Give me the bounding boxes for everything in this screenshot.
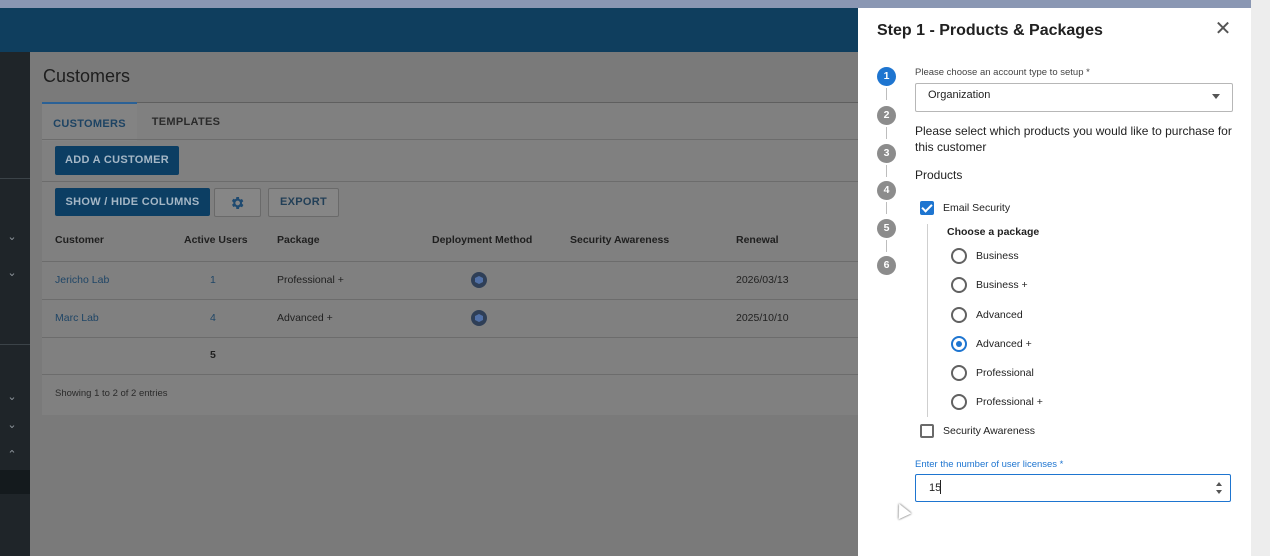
nav-chevron-up-icon[interactable]: ⌃ xyxy=(6,450,18,461)
security-awareness-checkbox[interactable] xyxy=(920,424,934,438)
package-radio-professional[interactable] xyxy=(951,365,967,381)
nav-chevron-down-icon[interactable]: ⌄ xyxy=(6,268,18,279)
package-label: Advanced xyxy=(976,309,1023,321)
package-group-line xyxy=(927,224,928,417)
package-cell: Advanced + xyxy=(277,312,333,324)
column-header-package[interactable]: Package xyxy=(277,234,320,246)
deployment-method-icon xyxy=(471,310,487,326)
column-header-renewal[interactable]: Renewal xyxy=(736,234,779,246)
table-footer-info: Showing 1 to 2 of 2 entries xyxy=(55,388,168,399)
step-connector xyxy=(886,165,887,177)
spinner-down-icon[interactable] xyxy=(1216,490,1222,494)
chevron-down-icon xyxy=(1212,94,1220,99)
package-label: Advanced + xyxy=(976,338,1032,350)
tab-divider xyxy=(42,139,858,140)
column-header-customer[interactable]: Customer xyxy=(55,234,104,246)
spinner-up-icon[interactable] xyxy=(1216,482,1222,486)
column-settings-button[interactable] xyxy=(214,188,261,217)
step-indicator-1: 1 xyxy=(877,67,896,86)
security-awareness-label: Security Awareness xyxy=(943,425,1036,437)
package-radio-business[interactable] xyxy=(951,248,967,264)
nav-chevron-down-icon[interactable]: ⌄ xyxy=(6,392,18,403)
column-header-deployment-method[interactable]: Deployment Method xyxy=(432,234,532,246)
text-caret xyxy=(940,480,941,494)
nav-active-item[interactable] xyxy=(0,470,30,494)
package-label: Business + xyxy=(976,279,1028,291)
step-connector xyxy=(886,88,887,100)
step-indicator-4: 4 xyxy=(877,181,896,200)
app-header-bar xyxy=(0,8,858,52)
licenses-input[interactable] xyxy=(915,474,1231,502)
divider xyxy=(42,181,858,182)
licenses-label: Enter the number of user licenses * xyxy=(915,459,1064,470)
nav-chevron-down-icon[interactable]: ⌄ xyxy=(6,420,18,431)
nav-chevron-down-icon[interactable]: ⌄ xyxy=(6,232,18,243)
account-type-label: Please choose an account type to setup * xyxy=(915,67,1090,78)
window-top-strip xyxy=(0,0,1270,8)
gear-icon xyxy=(231,197,244,209)
nav-divider xyxy=(0,344,30,345)
package-label: Professional xyxy=(976,367,1034,379)
customer-link[interactable]: Jericho Lab xyxy=(55,274,109,286)
products-heading: Products xyxy=(915,168,963,182)
email-security-label: Email Security xyxy=(943,202,1011,214)
close-icon[interactable]: ✕ xyxy=(1214,19,1232,39)
package-radio-advanced-plus[interactable] xyxy=(951,336,967,352)
scrollbar-gutter[interactable] xyxy=(1251,0,1270,556)
table-divider xyxy=(42,374,858,375)
step-connector xyxy=(886,202,887,214)
package-cell: Professional + xyxy=(277,274,344,286)
step-connector xyxy=(886,127,887,139)
page-title: Customers xyxy=(43,66,131,86)
nav-divider xyxy=(0,178,30,179)
table-divider xyxy=(42,299,858,300)
total-active-users: 5 xyxy=(210,349,216,361)
panel-title: Step 1 - Products & Packages xyxy=(877,22,1103,39)
export-button[interactable]: EXPORT xyxy=(268,188,339,217)
add-customer-button[interactable]: ADD A CUSTOMER xyxy=(55,146,179,175)
column-header-active-users[interactable]: Active Users xyxy=(184,234,248,246)
products-prompt: Please select which products you would l… xyxy=(915,124,1232,154)
account-type-value: Organization xyxy=(928,89,991,101)
step-indicator-6: 6 xyxy=(877,256,896,275)
email-security-checkbox[interactable] xyxy=(920,201,934,215)
customer-link[interactable]: Marc Lab xyxy=(55,312,99,324)
active-users-link[interactable]: 4 xyxy=(210,312,216,324)
package-radio-advanced[interactable] xyxy=(951,307,967,323)
step-indicator-5: 5 xyxy=(877,219,896,238)
column-header-security-awareness[interactable]: Security Awareness xyxy=(570,234,669,246)
tab-customers[interactable]: CUSTOMERS xyxy=(42,102,137,141)
tab-templates[interactable]: TEMPLATES xyxy=(146,102,226,139)
deployment-method-icon xyxy=(471,272,487,288)
active-users-link[interactable]: 1 xyxy=(210,274,216,286)
choose-package-heading: Choose a package xyxy=(947,226,1040,238)
package-label: Professional + xyxy=(976,396,1043,408)
step-connector xyxy=(886,240,887,252)
step-indicator-3: 3 xyxy=(877,144,896,163)
table-divider xyxy=(42,337,858,338)
show-hide-columns-button[interactable]: SHOW / HIDE COLUMNS xyxy=(55,188,210,216)
package-radio-professional-plus[interactable] xyxy=(951,394,967,410)
renewal-cell: 2026/03/13 xyxy=(736,274,789,286)
renewal-cell: 2025/10/10 xyxy=(736,312,789,324)
step-indicator-2: 2 xyxy=(877,106,896,125)
table-divider xyxy=(42,261,858,262)
package-label: Business xyxy=(976,250,1019,262)
package-radio-business-plus[interactable] xyxy=(951,277,967,293)
